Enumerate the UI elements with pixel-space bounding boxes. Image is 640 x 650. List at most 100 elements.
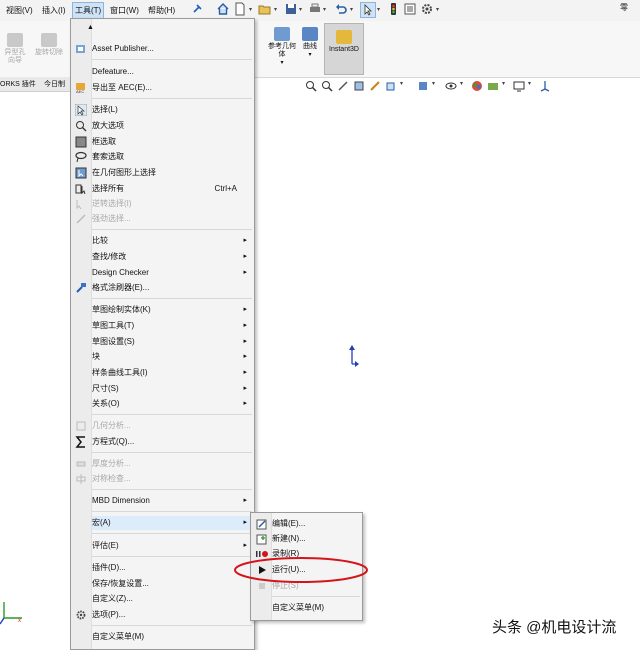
chevron-down-icon[interactable]: ▾ (502, 80, 505, 87)
menu-separator (92, 489, 252, 490)
macro-edit-item[interactable]: 编辑(E)... (256, 517, 360, 531)
menu-view[interactable]: 视图(V) (6, 5, 33, 16)
menu-item-spline-tools[interactable]: 样条曲线工具(I) ▸ (92, 366, 252, 380)
menu-item-macro[interactable]: 宏(A) ▸ (92, 516, 252, 530)
triad-icon[interactable] (539, 80, 551, 92)
hide-show-icon[interactable] (445, 80, 457, 92)
menu-item-select-all[interactable]: 选择所有 Ctrl+A (75, 182, 252, 196)
submenu-arrow-icon: ▸ (243, 519, 247, 526)
menu-separator (92, 452, 252, 453)
menu-item-format-painter[interactable]: 格式涂刷器(E)... (76, 281, 252, 295)
submenu-arrow-icon: ▸ (243, 338, 247, 345)
chevron-down-icon[interactable]: ▾ (350, 6, 353, 13)
menu-item-thickness-analysis[interactable]: 厚度分析... (76, 457, 252, 471)
display-style-icon[interactable] (417, 80, 429, 92)
menu-window[interactable]: 窗口(W) (110, 5, 139, 16)
view-settings-icon[interactable] (513, 80, 525, 92)
instant3d-icon (336, 30, 352, 44)
menu-item-compare[interactable]: 比较 ▸ (92, 234, 252, 248)
chevron-down-icon[interactable]: ▾ (377, 6, 380, 13)
menu-item-find-modify[interactable]: 查找/修改 ▸ (92, 250, 252, 264)
reference-geometry-button[interactable]: 参考几何体 ▾ (268, 27, 296, 67)
menu-item-relations[interactable]: 关系(O) ▸ (92, 397, 252, 411)
chevron-down-icon[interactable]: ▾ (528, 80, 531, 87)
menu-item-select[interactable]: 选择(L) (75, 103, 252, 117)
edit-appearance-icon[interactable] (471, 80, 483, 92)
instant3d-button[interactable]: Instant3D (324, 23, 364, 75)
menu-item-geometry-analysis[interactable]: 几何分析... (76, 419, 252, 433)
home-icon[interactable] (216, 2, 230, 16)
select-all-icon (75, 184, 86, 195)
menu-item-asset-publisher[interactable]: Asset Publisher... (76, 42, 252, 56)
zoom-area-icon[interactable] (321, 80, 333, 92)
menu-item-sketch-tools[interactable]: 草图工具(T) ▸ (92, 319, 252, 333)
tools-menu: ▲ Asset Publisher... Defeature... AEC 导出… (70, 18, 255, 650)
menu-item-blocks[interactable]: 块 ▸ (92, 350, 252, 364)
view-orientation-icon[interactable] (385, 80, 397, 92)
menu-item-customize-menu[interactable]: 自定义菜单(M) (92, 630, 252, 644)
menu-item-export-aec[interactable]: AEC 导出至 AEC(E)... (76, 81, 252, 95)
chevron-down-icon[interactable]: ▾ (249, 6, 252, 13)
chevron-down-icon[interactable]: ▾ (299, 6, 302, 13)
traffic-light-icon[interactable] (386, 2, 400, 16)
menu-separator (92, 511, 252, 512)
menu-item-evaluate[interactable]: 评估(E) ▸ (92, 539, 252, 553)
curves-button[interactable]: 曲线 ▾ (299, 27, 321, 59)
menu-item-sketch-entities[interactable]: 草图绘制实体(K) ▸ (92, 303, 252, 317)
previous-view-icon[interactable] (337, 80, 349, 92)
submenu-arrow-icon: ▸ (243, 353, 247, 360)
chevron-down-icon[interactable]: ▾ (460, 80, 463, 87)
select-cursor-icon[interactable] (360, 2, 376, 18)
file-properties-icon[interactable] (403, 2, 417, 16)
menu-item-addins[interactable]: 插件(D)... (92, 561, 252, 575)
menu-separator (92, 625, 252, 626)
menu-item-invert-select[interactable]: 逆转选择(I) (76, 197, 252, 211)
dynamic-annotation-icon[interactable] (369, 80, 381, 92)
submenu-arrow-icon: ▸ (243, 369, 247, 376)
chevron-down-icon[interactable]: ▾ (436, 6, 439, 13)
menu-item-geometry-select[interactable]: 在几何图形上选择 (75, 166, 252, 180)
menu-item-sketch-settings[interactable]: 草图设置(S) ▸ (92, 335, 252, 349)
open-folder-icon[interactable] (258, 2, 272, 16)
new-document-icon[interactable] (233, 2, 247, 16)
menu-separator (92, 98, 252, 99)
format-painter-icon (76, 283, 86, 293)
scroll-up-icon[interactable]: ▲ (87, 24, 94, 31)
menu-item-lasso-select[interactable]: 套索选取 (75, 150, 252, 164)
hole-wizard-button[interactable]: 异型孔向导 (2, 33, 28, 65)
section-view-icon[interactable] (353, 80, 365, 92)
menu-item-mbd-dimension[interactable]: MBD Dimension ▸ (92, 494, 252, 508)
chevron-down-icon[interactable]: ▾ (323, 6, 326, 13)
menu-item-defeature[interactable]: Defeature... (92, 65, 252, 79)
print-icon[interactable] (308, 2, 322, 16)
revolve-cut-button[interactable]: 旋转切除 (34, 33, 64, 57)
tab-addins[interactable]: ORKS 插件 (0, 79, 36, 89)
undo-icon[interactable] (334, 2, 348, 16)
menu-insert[interactable]: 插入(I) (42, 5, 66, 16)
chevron-down-icon[interactable]: ▾ (274, 6, 277, 13)
save-icon[interactable] (284, 2, 298, 16)
menu-item-box-select[interactable]: 框选取 (75, 135, 252, 149)
menu-item-customize[interactable]: 自定义(Z)... (92, 592, 252, 606)
tab-today[interactable]: 今日制 (44, 79, 65, 89)
menu-item-dimensions[interactable]: 尺寸(S) ▸ (92, 382, 252, 396)
macro-new-item[interactable]: 新建(N)... (256, 532, 360, 546)
zoom-fit-icon[interactable] (305, 80, 317, 92)
cursor-icon (75, 104, 87, 116)
gear-icon[interactable] (420, 2, 434, 16)
menu-item-options[interactable]: 选项(P)... (76, 608, 252, 622)
chevron-down-icon[interactable]: ▾ (400, 80, 403, 87)
menu-tools[interactable]: 工具(T) (72, 2, 105, 19)
chevron-down-icon[interactable]: ▾ (432, 80, 435, 87)
pin-icon[interactable] (190, 2, 204, 16)
macro-customize-menu-item[interactable]: 自定义菜单(M) (272, 601, 360, 615)
scene-icon[interactable] (487, 80, 499, 92)
menu-item-equations[interactable]: 方程式(Q)... (75, 435, 252, 449)
menu-item-design-checker[interactable]: Design Checker ▸ (92, 266, 252, 280)
menu-item-save-restore-settings[interactable]: 保存/恢复设置... (92, 577, 252, 591)
menu-item-symmetry-check[interactable]: 对称检查... (76, 472, 252, 486)
menu-item-magnify-select[interactable]: 放大选项 (76, 119, 252, 133)
lasso-icon (75, 151, 87, 163)
menu-item-power-select[interactable]: 强劲选择... (76, 212, 252, 226)
menu-help[interactable]: 帮助(H) (148, 5, 175, 16)
